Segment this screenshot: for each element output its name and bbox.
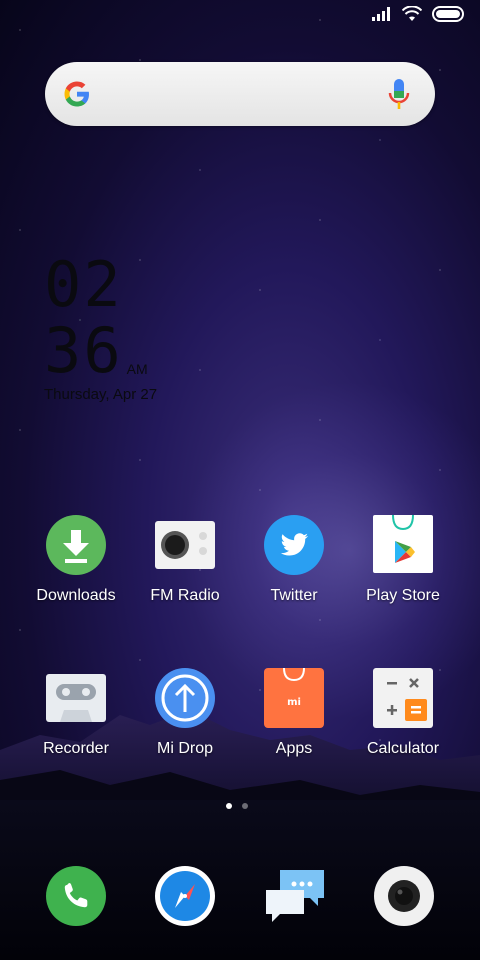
app-label: Recorder [43, 740, 109, 757]
microphone-icon[interactable] [387, 78, 411, 110]
svg-text:mi: mi [287, 697, 301, 708]
app-downloads[interactable]: Downloads [21, 515, 131, 605]
app-twitter[interactable]: Twitter [239, 515, 349, 605]
google-g-icon [64, 81, 89, 107]
chat-bubbles-icon [266, 870, 324, 922]
app-label: Calculator [366, 740, 440, 757]
wifi-icon [402, 6, 422, 21]
radio-icon [155, 515, 215, 575]
app-label: Twitter [270, 587, 318, 604]
dock-messaging[interactable] [264, 866, 326, 926]
dock-camera[interactable] [374, 866, 434, 926]
app-recorder[interactable]: Recorder [21, 668, 131, 758]
play-store-icon [373, 514, 433, 575]
upload-arrow-icon [155, 668, 215, 728]
app-label: Downloads [36, 587, 116, 604]
signal-icon [372, 7, 390, 21]
page-indicator [226, 803, 248, 809]
clock-minute: 36 [44, 314, 123, 387]
app-label: FM Radio [150, 587, 220, 604]
mi-shopping-bag-icon: mi [264, 667, 324, 728]
dock-phone[interactable] [46, 866, 106, 926]
battery-icon [432, 6, 464, 22]
clock-widget[interactable]: 02 36 AM Thursday, Apr 27 [44, 248, 158, 404]
clock-hour: 02 [44, 248, 123, 321]
twitter-bird-icon [264, 515, 324, 575]
page-dot-active[interactable] [226, 803, 232, 809]
app-fm-radio[interactable]: FM Radio [130, 515, 240, 605]
app-label: Mi Drop [156, 740, 213, 757]
app-play-store[interactable]: Play Store [348, 514, 458, 605]
page-dot[interactable] [242, 803, 248, 809]
google-search-bar[interactable] [45, 62, 435, 126]
app-calculator[interactable]: Calculator [348, 668, 458, 758]
compass-icon [155, 866, 215, 926]
dock-browser[interactable] [155, 866, 215, 926]
app-apps-store[interactable]: mi Apps [239, 667, 349, 758]
download-arrow-icon [46, 515, 106, 575]
clock-date: Thursday, Apr 27 [44, 386, 158, 403]
app-mi-drop[interactable]: Mi Drop [130, 668, 240, 758]
clock-ampm: AM [126, 361, 148, 377]
app-label: Play Store [366, 587, 440, 604]
status-bar [372, 6, 466, 22]
phone-icon [46, 866, 106, 926]
app-label: Apps [275, 740, 313, 757]
calculator-icon [373, 668, 433, 728]
camera-icon [374, 866, 434, 926]
cassette-icon [46, 668, 106, 728]
